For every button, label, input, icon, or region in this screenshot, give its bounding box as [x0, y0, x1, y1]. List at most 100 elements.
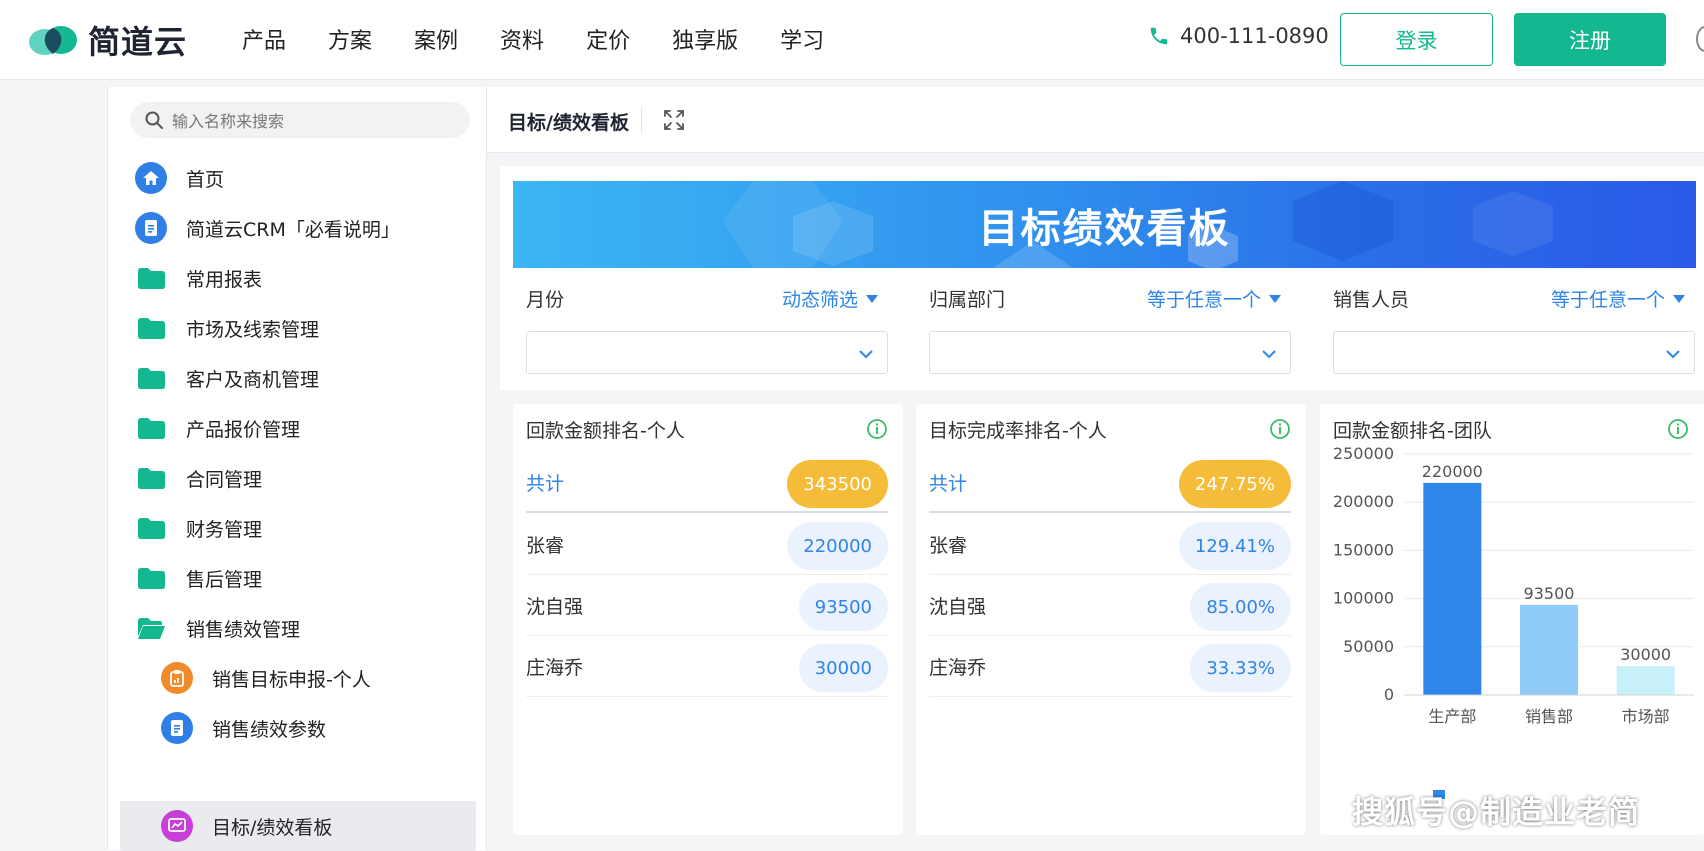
nav-item-resources[interactable]: 资料 — [500, 23, 544, 55]
fullscreen-icon[interactable] — [663, 109, 685, 131]
ranking-row[interactable]: 沈自强 93500 — [526, 575, 888, 636]
sidebar-item-quotes[interactable]: 产品报价管理 — [108, 403, 488, 453]
sidebar-item-target-dashboard[interactable]: 目标/绩效看板 — [120, 801, 476, 851]
folder-icon — [135, 412, 167, 444]
chevron-down-icon — [1666, 350, 1680, 359]
nav-item-learn[interactable]: 学习 — [780, 23, 824, 55]
sidebar-item-sales-target[interactable]: 销售目标申报-个人 — [108, 653, 488, 703]
folder-icon — [135, 562, 167, 594]
sidebar: 输入名称来搜索 首页 简道云CRM「必看说明」 常用报表 市场及线索管理 客户及… — [107, 87, 488, 851]
clipboard-icon — [161, 662, 193, 694]
folder-open-icon — [135, 612, 167, 644]
document-icon — [161, 712, 193, 744]
chevron-down-icon — [1262, 350, 1276, 359]
info-icon[interactable] — [1667, 418, 1689, 440]
sidebar-item-finance[interactable]: 财务管理 — [108, 503, 488, 553]
search-icon — [145, 111, 163, 129]
sidebar-item-reports[interactable]: 常用报表 — [108, 253, 488, 303]
banner-title: 目标绩效看板 — [978, 205, 1231, 252]
data-label: 93500 — [1524, 584, 1575, 603]
value-badge: 33.33% — [1190, 644, 1291, 692]
main-menu: 产品 方案 案例 资料 定价 独享版 学习 — [242, 0, 866, 78]
data-label: 30000 — [1620, 645, 1671, 664]
filter-label: 归属部门 — [929, 289, 1006, 311]
watermark: 搜狐号@制造业老简 — [1352, 795, 1640, 831]
register-button[interactable]: 注册 — [1514, 13, 1666, 66]
sidebar-item-performance-params[interactable]: 销售绩效参数 — [108, 703, 488, 753]
caret-down-icon — [1269, 294, 1281, 303]
dashboard: 目标绩效看板 月份 动态筛选 归属部门 等于任意一个 销售人员 等于任意一个 回… — [500, 166, 1704, 850]
value-badge: 220000 — [787, 522, 888, 570]
header-divider — [641, 107, 642, 133]
ranking-row[interactable]: 张睿 129.41% — [929, 514, 1291, 575]
top-navbar: 简道云 产品 方案 案例 资料 定价 独享版 学习 400-111-0890 登… — [0, 0, 1704, 80]
nav-item-pricing[interactable]: 定价 — [586, 23, 630, 55]
data-label: 220000 — [1422, 462, 1483, 481]
card-completion-ranking-individual: 目标完成率排名-个人 共计 247.75% 张睿 129.41% 沈自强 85.… — [916, 404, 1306, 835]
filter-label: 销售人员 — [1333, 289, 1410, 311]
dashboard-banner: 目标绩效看板 — [513, 181, 1696, 268]
folder-icon — [135, 512, 167, 544]
salesperson-select[interactable] — [1333, 331, 1695, 374]
sidebar-search-input[interactable]: 输入名称来搜索 — [130, 102, 470, 138]
search-placeholder: 输入名称来搜索 — [172, 112, 285, 131]
team-bar-chart: 0 50000 100000 150000 200000 250000 220000 生产部 9… — [1333, 444, 1694, 726]
total-value-badge: 247.75% — [1178, 460, 1291, 508]
globe-icon[interactable] — [1696, 26, 1704, 52]
bar — [1423, 482, 1482, 695]
brand-name: 简道云 — [88, 23, 188, 61]
chart-icon — [161, 810, 193, 842]
x-tick-label: 销售部 — [1525, 707, 1573, 726]
document-icon — [135, 212, 167, 244]
nav-item-products[interactable]: 产品 — [242, 23, 286, 55]
card-title: 目标完成率排名-个人 — [929, 420, 1107, 442]
nav-item-solutions[interactable]: 方案 — [328, 23, 372, 55]
card-title: 回款金额排名-个人 — [526, 420, 685, 442]
y-tick-label: 100000 — [1333, 589, 1394, 608]
x-tick-label: 市场部 — [1622, 707, 1670, 726]
chevron-down-icon — [859, 350, 873, 359]
sidebar-item-home[interactable]: 首页 — [108, 153, 488, 203]
folder-icon — [135, 362, 167, 394]
filter-mode-dropdown[interactable]: 等于任意一个 — [1147, 285, 1281, 312]
bar — [1520, 604, 1578, 695]
y-tick-label: 50000 — [1343, 637, 1394, 656]
sidebar-item-market-leads[interactable]: 市场及线索管理 — [108, 303, 488, 353]
total-value-badge: 343500 — [787, 460, 888, 508]
filter-mode-dropdown[interactable]: 等于任意一个 — [1551, 285, 1685, 312]
nav-item-cases[interactable]: 案例 — [414, 23, 458, 55]
y-tick-label: 250000 — [1333, 444, 1394, 463]
card-payment-ranking-individual: 回款金额排名-个人 共计 343500 张睿 220000 沈自强 93500 … — [513, 404, 903, 835]
ranking-row[interactable]: 张睿 220000 — [526, 514, 888, 575]
folder-icon — [135, 312, 167, 344]
y-tick-label: 200000 — [1333, 492, 1394, 511]
sidebar-item-sales-performance[interactable]: 销售绩效管理 — [108, 603, 488, 653]
department-select[interactable] — [929, 331, 1291, 374]
content-header: 目标/绩效看板 — [487, 87, 1704, 153]
login-button[interactable]: 登录 — [1340, 13, 1493, 66]
card-title: 回款金额排名-团队 — [1333, 420, 1492, 442]
phone-icon — [1150, 27, 1168, 45]
ranking-row[interactable]: 庄海乔 30000 — [526, 636, 888, 697]
month-select[interactable] — [526, 331, 888, 374]
y-tick-label: 150000 — [1333, 540, 1394, 559]
filter-label: 月份 — [526, 289, 565, 311]
ranking-row[interactable]: 沈自强 85.00% — [929, 575, 1291, 636]
phone-number: 400-111-0890 — [1180, 24, 1329, 48]
value-badge: 129.41% — [1178, 522, 1291, 570]
value-badge: 30000 — [798, 644, 888, 692]
info-icon[interactable] — [1269, 418, 1291, 440]
nav-item-dedicated[interactable]: 独享版 — [672, 23, 738, 55]
filter-panel: 目标绩效看板 月份 动态筛选 归属部门 等于任意一个 销售人员 等于任意一个 — [500, 166, 1704, 390]
sidebar-item-contracts[interactable]: 合同管理 — [108, 453, 488, 503]
ranking-total-row: 共计 343500 — [526, 452, 888, 513]
info-icon[interactable] — [866, 418, 888, 440]
filter-mode-dropdown[interactable]: 动态筛选 — [782, 285, 878, 312]
sidebar-item-after-sales[interactable]: 售后管理 — [108, 553, 488, 603]
sidebar-item-crm-guide[interactable]: 简道云CRM「必看说明」 — [108, 203, 488, 253]
ranking-row[interactable]: 庄海乔 33.33% — [929, 636, 1291, 697]
y-tick-label: 0 — [1384, 685, 1394, 704]
sidebar-item-customers[interactable]: 客户及商机管理 — [108, 353, 488, 403]
phone-contact[interactable]: 400-111-0890 — [1148, 24, 1329, 48]
brand-logo[interactable]: 简道云 — [28, 18, 187, 62]
